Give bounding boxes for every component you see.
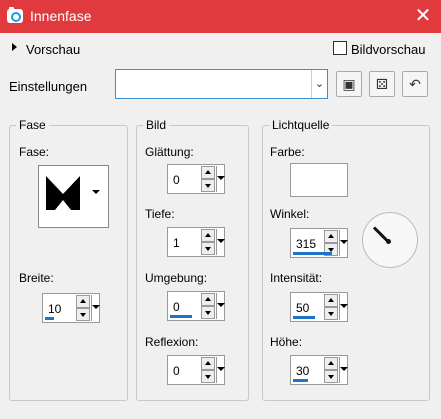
- level-bar: [45, 317, 54, 320]
- decrement-button[interactable]: [201, 242, 215, 255]
- intensitat-label: Intensität:: [270, 271, 323, 285]
- camera-icon: [7, 7, 23, 23]
- bevel-shape-icon: [46, 176, 80, 210]
- umgebung-label: Umgebung:: [145, 271, 208, 285]
- glattung-value[interactable]: 0: [173, 173, 180, 187]
- increment-button[interactable]: [201, 357, 215, 370]
- image-preview-checkbox[interactable]: [333, 41, 347, 55]
- bild-group-title: Bild: [143, 118, 170, 132]
- chevron-down-icon[interactable]: [92, 190, 100, 194]
- slider-dropdown-button[interactable]: [339, 230, 348, 256]
- reset-icon: ↶: [409, 76, 421, 92]
- slider-dropdown-button[interactable]: [339, 294, 348, 320]
- decrement-button[interactable]: [324, 370, 338, 383]
- image-preview-label[interactable]: Bildvorschau: [351, 42, 425, 57]
- angle-pivot: [386, 239, 391, 244]
- breite-value[interactable]: 10: [48, 302, 61, 316]
- slider-dropdown-button[interactable]: [91, 295, 100, 321]
- level-bar: [293, 252, 332, 255]
- reset-button[interactable]: ↶: [402, 71, 428, 97]
- random-button[interactable]: ⚄: [369, 71, 395, 97]
- reflexion-value[interactable]: 0: [173, 364, 180, 378]
- slider-dropdown-button[interactable]: [216, 293, 225, 319]
- slider-dropdown-button[interactable]: [216, 229, 225, 255]
- lichtquelle-group-title: Lichtquelle: [269, 118, 333, 132]
- intensitat-stepper[interactable]: 50: [290, 292, 348, 322]
- level-bar: [293, 379, 308, 382]
- increment-button[interactable]: [201, 229, 215, 242]
- window-title: Innenfase: [30, 8, 92, 24]
- winkel-label: Winkel:: [270, 207, 310, 221]
- breite-stepper[interactable]: 10: [42, 293, 100, 323]
- title-bar: Innenfase ✕: [0, 0, 441, 33]
- reflexion-stepper[interactable]: 0: [167, 355, 225, 385]
- glattung-stepper[interactable]: 0: [167, 164, 225, 194]
- hohe-label: Höhe:: [270, 335, 303, 349]
- increment-button[interactable]: [201, 293, 215, 306]
- level-bar: [293, 316, 315, 319]
- decrement-button[interactable]: [201, 179, 215, 192]
- hohe-stepper[interactable]: 30: [290, 355, 348, 385]
- decrement-button[interactable]: [201, 370, 215, 383]
- preview-toggle[interactable]: Vorschau: [26, 42, 80, 57]
- close-icon: ✕: [414, 5, 432, 27]
- decrement-button[interactable]: [324, 307, 338, 320]
- breite-label: Breite:: [19, 271, 54, 285]
- increment-button[interactable]: [324, 357, 338, 370]
- settings-label: Einstellungen: [9, 79, 88, 94]
- close-button[interactable]: ✕: [405, 0, 441, 33]
- umgebung-value[interactable]: 0: [173, 300, 180, 314]
- expand-triangle-icon[interactable]: [12, 43, 17, 51]
- settings-combo[interactable]: [115, 69, 328, 99]
- glattung-label: Glättung:: [145, 145, 194, 159]
- tiefe-value[interactable]: 1: [173, 236, 180, 250]
- tiefe-stepper[interactable]: 1: [167, 227, 225, 257]
- increment-button[interactable]: [201, 166, 215, 179]
- fase-group-title: Fase: [16, 118, 49, 132]
- chevron-down-icon[interactable]: ⌄: [311, 70, 327, 98]
- light-color-swatch[interactable]: [290, 163, 348, 197]
- slider-dropdown-button[interactable]: [216, 166, 225, 192]
- slider-dropdown-button[interactable]: [339, 357, 348, 383]
- level-bar: [170, 315, 192, 318]
- decrement-button[interactable]: [201, 306, 215, 319]
- tiefe-label: Tiefe:: [145, 207, 175, 221]
- umgebung-stepper[interactable]: 0: [167, 291, 225, 321]
- decrement-button[interactable]: [76, 308, 90, 321]
- save-preset-button[interactable]: ▣: [336, 71, 362, 97]
- fase-label: Fase:: [19, 145, 50, 159]
- farbe-label: Farbe:: [270, 145, 305, 159]
- slider-dropdown-button[interactable]: [216, 357, 225, 383]
- increment-button[interactable]: [76, 295, 90, 308]
- increment-button[interactable]: [324, 294, 338, 307]
- increment-button[interactable]: [324, 230, 338, 243]
- hohe-value[interactable]: 30: [296, 364, 309, 378]
- winkel-stepper[interactable]: 315: [290, 228, 348, 258]
- intensitat-value[interactable]: 50: [296, 301, 309, 315]
- reflexion-label: Reflexion:: [145, 335, 199, 349]
- winkel-value[interactable]: 315: [296, 237, 316, 251]
- dice-icon: ⚄: [375, 76, 389, 92]
- save-icon: ▣: [342, 76, 356, 92]
